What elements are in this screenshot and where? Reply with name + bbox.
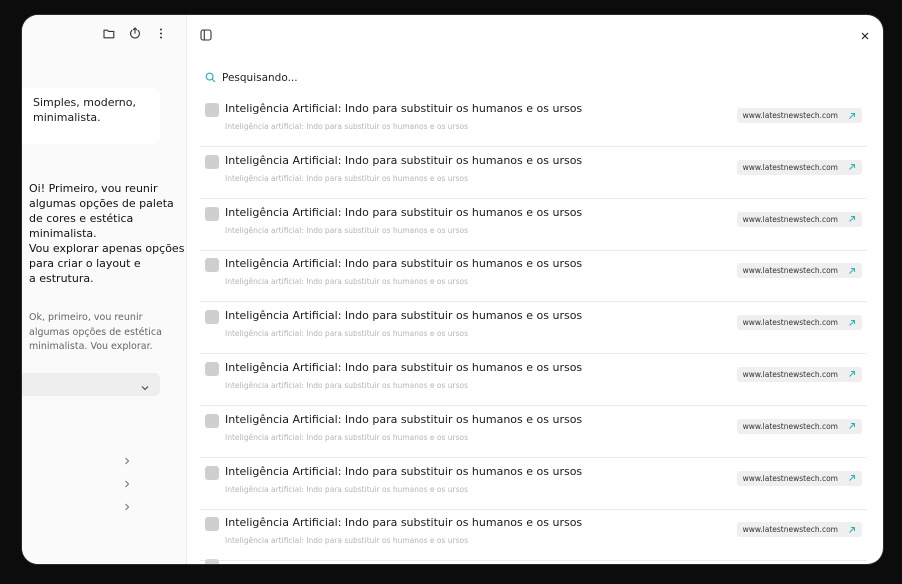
dropdown-select[interactable]	[22, 373, 160, 396]
result-subtitle: Inteligência artificial: Indo para subst…	[225, 380, 468, 390]
source-link-badge[interactable]: www.latestnewstech.com	[736, 418, 862, 434]
result-row[interactable]: Inteligência Artificial: Indo para subst…	[200, 459, 867, 510]
app-window: Simples, moderno, minimalista. Oi! Prime…	[22, 15, 883, 564]
result-thumbnail	[205, 206, 219, 221]
external-link-icon	[849, 319, 855, 326]
result-subtitle: Inteligência artificial: Indo para subst…	[225, 536, 468, 546]
source-url: www.latestnewstech.com	[742, 369, 838, 379]
result-row[interactable]: Inteligência Artificial: Indo para subst…	[200, 407, 867, 458]
source-link-badge[interactable]: www.latestnewstech.com	[736, 366, 862, 382]
result-row[interactable]: Inteligência Artificial: Indo para subst…	[200, 251, 867, 303]
result-subtitle: Inteligência artificial: Indo para subst…	[225, 277, 468, 287]
external-link-icon	[849, 371, 855, 378]
source-link-badge[interactable]: www.latestnewstech.com	[736, 159, 862, 175]
source-url: www.latestnewstech.com	[742, 421, 838, 431]
more-vertical-icon[interactable]	[154, 26, 168, 40]
close-icon[interactable]	[860, 26, 870, 45]
result-thumbnail	[205, 258, 219, 273]
result-row[interactable]: Inteligência Artificial: Indo para subst…	[200, 303, 867, 355]
source-url: www.latestnewstech.com	[742, 473, 838, 483]
search-status-text: Pesquisando...	[222, 71, 298, 84]
assistant-message: Oi! Primeiro, vou reunir algumas opções …	[29, 182, 185, 285]
search-icon	[205, 68, 216, 87]
source-url: www.latestnewstech.com	[742, 266, 838, 276]
result-thumbnail	[205, 465, 219, 480]
search-results-list: Inteligência Artificial: Indo para subst…	[200, 96, 867, 562]
search-status: Pesquisando...	[205, 68, 298, 87]
main-panel: Pesquisando... Inteligência Artificial: …	[187, 15, 883, 564]
external-link-icon	[849, 164, 855, 171]
chevron-down-icon	[140, 378, 150, 397]
result-title[interactable]: Inteligência Artificial: Indo para subst…	[225, 102, 582, 115]
result-row[interactable]: Inteligência Artificial: Indo para subst…	[200, 355, 867, 406]
result-subtitle: Inteligência artificial: Indo para subst…	[225, 173, 468, 183]
source-link-badge[interactable]: www.latestnewstech.com	[736, 470, 862, 486]
source-url: www.latestnewstech.com	[742, 525, 838, 535]
sidebar-toolbar	[102, 26, 168, 40]
result-title[interactable]: Inteligência Artificial: Indo para subst…	[225, 413, 582, 426]
result-thumbnail	[205, 154, 219, 169]
external-link-icon	[849, 423, 855, 430]
user-message-card: Simples, moderno, minimalista.	[22, 88, 160, 144]
source-url: www.latestnewstech.com	[742, 111, 838, 120]
result-thumbnail	[205, 310, 219, 325]
result-title[interactable]: Inteligência Artificial: Indo para subst…	[225, 309, 582, 322]
result-title[interactable]: Inteligência Artificial: Indo para subst…	[225, 154, 582, 167]
chevron-right-icon[interactable]	[122, 451, 134, 465]
result-title[interactable]: Inteligência Artificial: Indo para subst…	[225, 257, 582, 270]
folder-icon[interactable]	[102, 26, 116, 40]
result-subtitle: Inteligência artificial: Indo para subst…	[225, 122, 468, 131]
external-link-icon	[849, 526, 855, 533]
result-thumbnail	[205, 413, 219, 428]
result-row[interactable]: Inteligência Artificial: Indo para subst…	[200, 510, 867, 562]
chevron-right-icon[interactable]	[122, 474, 134, 488]
external-link-icon	[849, 475, 855, 481]
result-subtitle: Inteligência artificial: Indo para subst…	[225, 432, 468, 442]
result-thumbnail	[205, 361, 219, 376]
sidebar-toggle-icon[interactable]	[200, 26, 212, 45]
source-link-badge[interactable]: www.latestnewstech.com	[736, 522, 862, 538]
source-url: www.latestnewstech.com	[742, 214, 838, 224]
result-row[interactable]: Inteligência Artificial: Indo para subst…	[200, 148, 867, 199]
source-link-badge[interactable]: www.latestnewstech.com	[736, 315, 862, 331]
result-thumbnail	[205, 559, 219, 564]
source-link-badge[interactable]: www.latestnewstech.com	[736, 263, 862, 279]
result-thumbnail	[205, 517, 219, 532]
result-title[interactable]: Inteligência Artificial: Indo para subst…	[225, 206, 582, 219]
result-subtitle: Inteligência artificial: Indo para subst…	[225, 225, 468, 235]
source-url: www.latestnewstech.com	[742, 318, 838, 328]
chevron-right-icon[interactable]	[122, 497, 134, 511]
result-title[interactable]: Inteligência Artificial: Indo para subst…	[225, 516, 582, 529]
source-link-badge[interactable]: www.latestnewstech.com	[736, 211, 862, 227]
result-thumbnail	[205, 103, 219, 117]
result-row[interactable]: Inteligência Artificial: Indo para subst…	[200, 96, 867, 147]
result-title[interactable]: Inteligência Artificial: Indo para subst…	[225, 361, 582, 374]
user-message-text: Simples, moderno, minimalista.	[33, 96, 137, 124]
source-url: www.latestnewstech.com	[742, 162, 838, 172]
thinking-message: Ok, primeiro, vou reunir algumas opções …	[29, 312, 162, 352]
result-row[interactable]: Inteligência Artificial: Indo para subst…	[200, 200, 867, 251]
external-link-icon	[849, 216, 855, 222]
upload-icon[interactable]	[128, 26, 142, 40]
external-link-icon	[849, 267, 855, 274]
source-link-badge[interactable]: www.latestnewstech.com	[736, 108, 862, 123]
result-subtitle: Inteligência artificial: Indo para subst…	[225, 329, 468, 339]
external-link-icon	[849, 112, 855, 119]
result-subtitle: Inteligência artificial: Indo para subst…	[225, 484, 468, 494]
result-title[interactable]: Inteligência Artificial: Indo para subst…	[225, 465, 582, 478]
chat-sidebar: Simples, moderno, minimalista. Oi! Prime…	[22, 15, 187, 564]
